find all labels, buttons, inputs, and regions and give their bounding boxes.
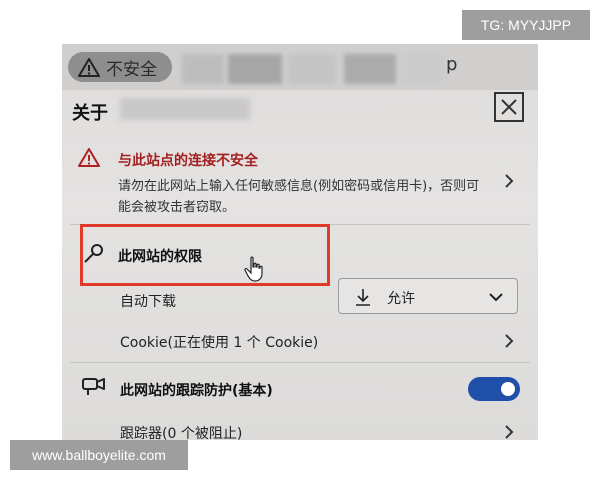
chevron-right-icon[interactable] xyxy=(502,174,516,188)
redacted-url-block xyxy=(228,54,282,84)
url-text[interactable]: p xyxy=(446,54,457,75)
tracking-prevention-toggle[interactable] xyxy=(468,377,520,401)
browser-site-info-photo: 不安全 p 关于 与此站点的连接不安全 请勿在此网站上输入任何敏感信息(例如密码… xyxy=(62,44,538,440)
connection-warning-description: 请勿在此网站上输入任何敏感信息(例如密码或信用卡)，否则可能会被攻击者窃取。 xyxy=(118,179,480,215)
chevron-down-icon xyxy=(489,293,503,302)
cookie-usage-item[interactable]: Cookie(正在使用 1 个 Cookie) xyxy=(120,332,318,352)
auto-download-value: 允许 xyxy=(387,291,415,307)
trackers-item[interactable]: 跟踪器(0 个被阻止) xyxy=(120,423,242,440)
redacted-url-block xyxy=(182,54,224,84)
redacted-url-block xyxy=(402,54,444,84)
close-button[interactable] xyxy=(494,92,524,122)
connection-warning-title[interactable]: 与此站点的连接不安全 xyxy=(118,150,258,170)
watermark-telegram: TG: MYYJJPP xyxy=(462,10,590,40)
chevron-right-icon[interactable] xyxy=(502,425,516,439)
security-status-button[interactable]: 不安全 xyxy=(68,52,172,82)
close-icon xyxy=(501,99,517,115)
tracking-prevention-icon xyxy=(82,378,105,395)
panel-title: 关于 xyxy=(72,103,108,124)
tracking-prevention-label: 此网站的跟踪防护(基本) xyxy=(120,383,273,399)
chevron-right-icon[interactable] xyxy=(502,334,516,348)
address-bar: 不安全 p xyxy=(62,44,538,90)
redacted-url-block xyxy=(344,54,396,84)
watermark-website: www.ballboyelite.com xyxy=(10,440,188,470)
warning-triangle-icon xyxy=(78,58,100,77)
redacted-url-block xyxy=(288,54,336,84)
toggle-knob xyxy=(501,382,515,396)
auto-download-select[interactable]: 允许 xyxy=(338,278,518,314)
auto-download-label: 自动下载 xyxy=(120,294,176,310)
divider xyxy=(70,362,530,363)
redacted-site-name xyxy=(120,98,250,120)
hand-cursor-icon xyxy=(244,256,263,282)
download-icon xyxy=(356,289,370,306)
warning-triangle-icon xyxy=(78,148,100,167)
security-status-text: 不安全 xyxy=(106,59,157,80)
annotation-highlight-box xyxy=(80,224,330,286)
